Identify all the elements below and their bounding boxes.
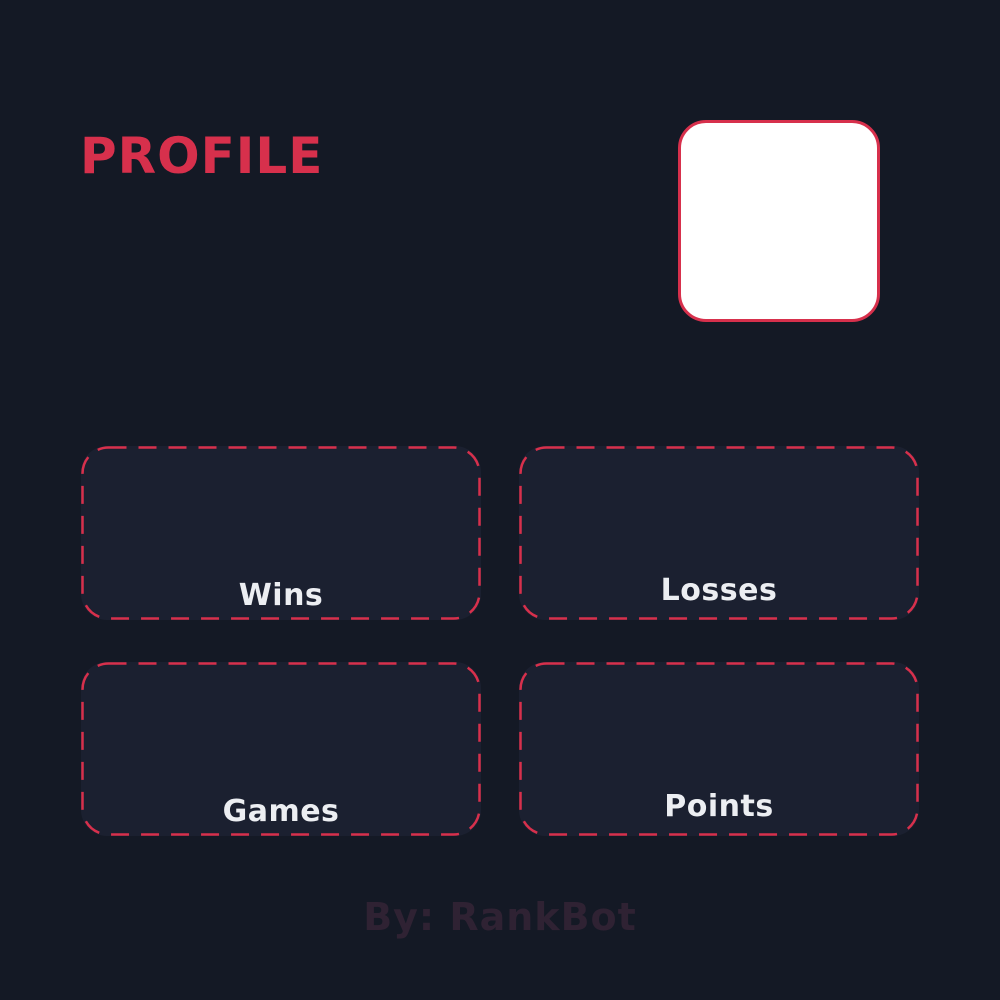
footer-credit: By: RankBot: [363, 895, 637, 939]
stat-label-points: Points: [664, 789, 774, 824]
stat-card-points: Points: [519, 662, 919, 836]
stat-label-losses: Losses: [660, 573, 778, 608]
page-title: PROFILE: [80, 127, 324, 185]
stat-label-games: Games: [222, 794, 340, 829]
avatar: [678, 120, 880, 322]
stat-card-losses: Losses: [519, 446, 919, 620]
stat-card-games: Games: [81, 662, 481, 836]
stat-card-wins: Wins: [81, 446, 481, 620]
stat-label-wins: Wins: [238, 578, 324, 613]
